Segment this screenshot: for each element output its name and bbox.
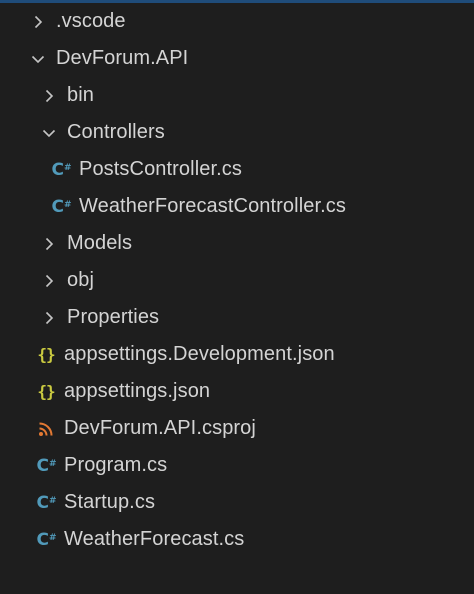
csharp-file-icon: C # (51, 196, 71, 217)
tree-file-appsettings[interactable]: {} appsettings.json (0, 373, 474, 410)
tree-file-program[interactable]: C # Program.cs (0, 447, 474, 484)
tree-file-appsettings-development[interactable]: {} appsettings.Development.json (0, 336, 474, 373)
json-file-icon: {} (37, 345, 55, 364)
tree-item-label: .vscode (56, 10, 126, 32)
chevron-down-icon (26, 47, 50, 71)
tree-item-label: DevForum.API.csproj (64, 417, 256, 439)
tree-file-weatherforecast-controller[interactable]: C # WeatherForecastController.cs (0, 188, 474, 225)
tree-item-label: Properties (67, 306, 160, 328)
tree-folder-models[interactable]: Models (0, 225, 474, 262)
csharp-file-icon: C # (36, 492, 56, 513)
tree-item-label: appsettings.Development.json (64, 343, 335, 365)
chevron-right-icon (37, 306, 61, 330)
tree-item-label: appsettings.json (64, 380, 211, 402)
tree-item-label: Program.cs (64, 454, 168, 476)
tree-item-label: WeatherForecastController.cs (79, 195, 346, 217)
rss-file-icon (34, 417, 58, 441)
tree-folder-bin[interactable]: bin (0, 77, 474, 114)
csharp-file-icon: C # (36, 455, 56, 476)
tree-file-weatherforecast[interactable]: C # WeatherForecast.cs (0, 521, 474, 558)
tree-item-label: Controllers (67, 121, 165, 143)
chevron-right-icon (26, 10, 50, 34)
tree-file-startup[interactable]: C # Startup.cs (0, 484, 474, 521)
tree-folder-controllers[interactable]: Controllers (0, 114, 474, 151)
tree-folder-vscode[interactable]: .vscode (0, 3, 474, 40)
tree-item-label: DevForum.API (56, 47, 189, 69)
chevron-right-icon (37, 232, 61, 256)
chevron-right-icon (37, 84, 61, 108)
chevron-right-icon (37, 269, 61, 293)
tree-item-label: Startup.cs (64, 491, 156, 513)
csharp-file-icon: C # (36, 529, 56, 550)
tree-folder-properties[interactable]: Properties (0, 299, 474, 336)
tree-item-label: obj (67, 269, 94, 291)
tree-item-label: Models (67, 232, 133, 254)
tree-folder-obj[interactable]: obj (0, 262, 474, 299)
file-explorer-tree: .vscode DevForum.API bin Controllers C # … (0, 0, 474, 594)
tree-item-label: bin (67, 84, 94, 106)
tree-folder-devforum-api[interactable]: DevForum.API (0, 40, 474, 77)
tree-item-label: WeatherForecast.cs (64, 528, 245, 550)
tree-item-label: PostsController.cs (79, 158, 242, 180)
json-file-icon: {} (37, 382, 55, 401)
tree-file-csproj[interactable]: DevForum.API.csproj (0, 410, 474, 447)
csharp-file-icon: C # (51, 159, 71, 180)
tree-file-posts-controller[interactable]: C # PostsController.cs (0, 151, 474, 188)
chevron-down-icon (37, 121, 61, 145)
